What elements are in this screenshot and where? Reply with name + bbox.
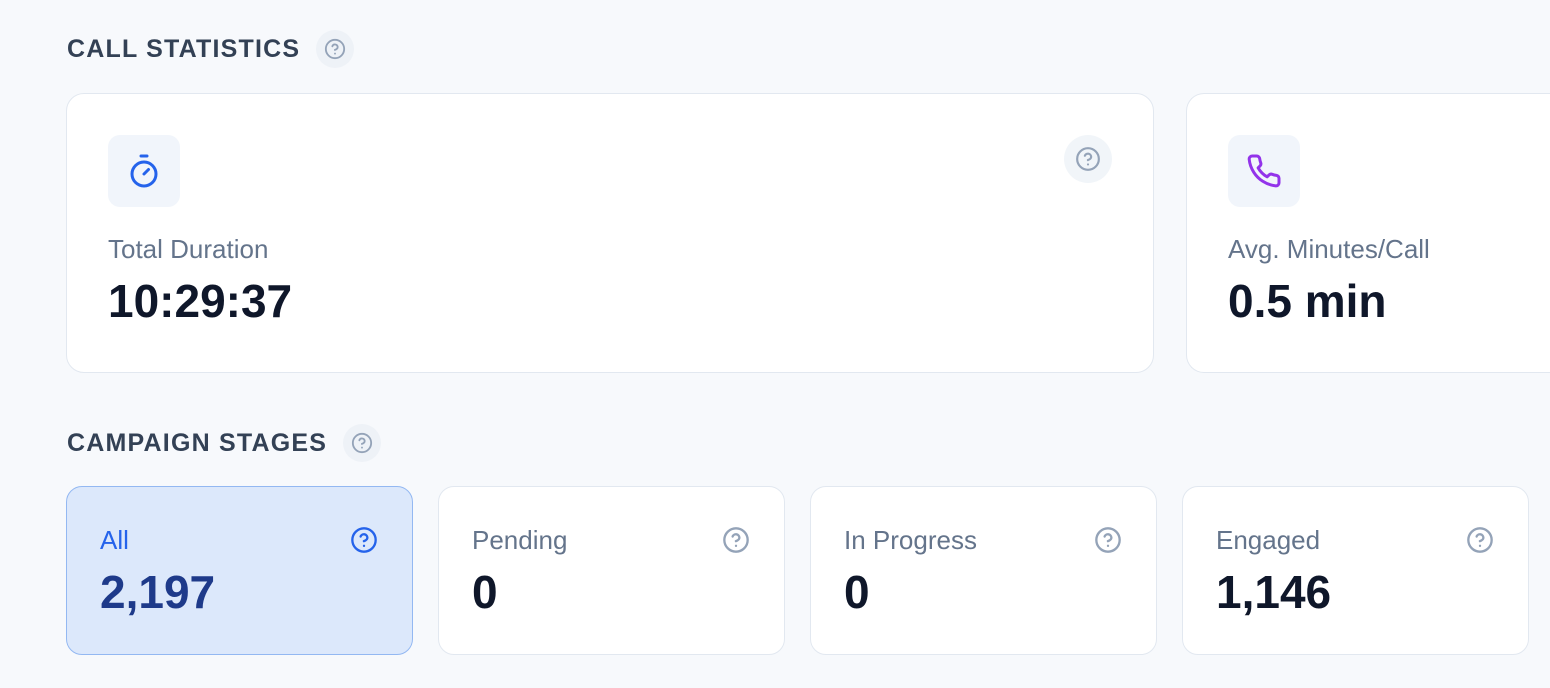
dashboard-page: CALL STATISTICS Total Duration 10:29:37 … [0, 0, 1550, 688]
question-circle-icon[interactable] [316, 30, 355, 68]
section-title: CAMPAIGN STAGES [67, 428, 328, 457]
stage-card-in-progress[interactable]: In Progress 0 [810, 486, 1157, 655]
stat-label: Total Duration [108, 234, 269, 264]
question-circle-icon[interactable] [349, 525, 379, 555]
question-circle-icon[interactable] [1064, 135, 1112, 183]
stage-card-engaged[interactable]: Engaged 1,146 [1182, 486, 1529, 655]
phone-icon [1228, 135, 1300, 207]
stage-card-all[interactable]: All 2,197 [66, 486, 413, 655]
stopwatch-icon [108, 135, 180, 207]
stage-label: Pending [472, 525, 568, 555]
total-duration-card: Total Duration 10:29:37 [66, 93, 1154, 373]
avg-minutes-card: Avg. Minutes/Call 0.5 min [1186, 93, 1550, 373]
stage-value: 0 [472, 566, 498, 618]
stat-label: Avg. Minutes/Call [1228, 234, 1430, 264]
section-title: CALL STATISTICS [67, 34, 301, 63]
call-statistics-header: CALL STATISTICS [67, 29, 355, 69]
stage-value: 0 [844, 566, 870, 618]
stage-card-pending[interactable]: Pending 0 [438, 486, 785, 655]
stage-label: All [100, 525, 129, 555]
stat-value: 10:29:37 [108, 275, 293, 327]
question-circle-icon[interactable] [1093, 525, 1123, 555]
stage-value: 1,146 [1216, 566, 1332, 618]
stat-value: 0.5 min [1228, 275, 1387, 327]
campaign-stages-header: CAMPAIGN STAGES [67, 423, 382, 463]
question-circle-icon[interactable] [721, 525, 751, 555]
stage-label: Engaged [1216, 525, 1321, 555]
stage-label: In Progress [844, 525, 977, 555]
stage-value: 2,197 [100, 566, 216, 618]
question-circle-icon[interactable] [343, 424, 382, 462]
question-circle-icon[interactable] [1465, 525, 1495, 555]
